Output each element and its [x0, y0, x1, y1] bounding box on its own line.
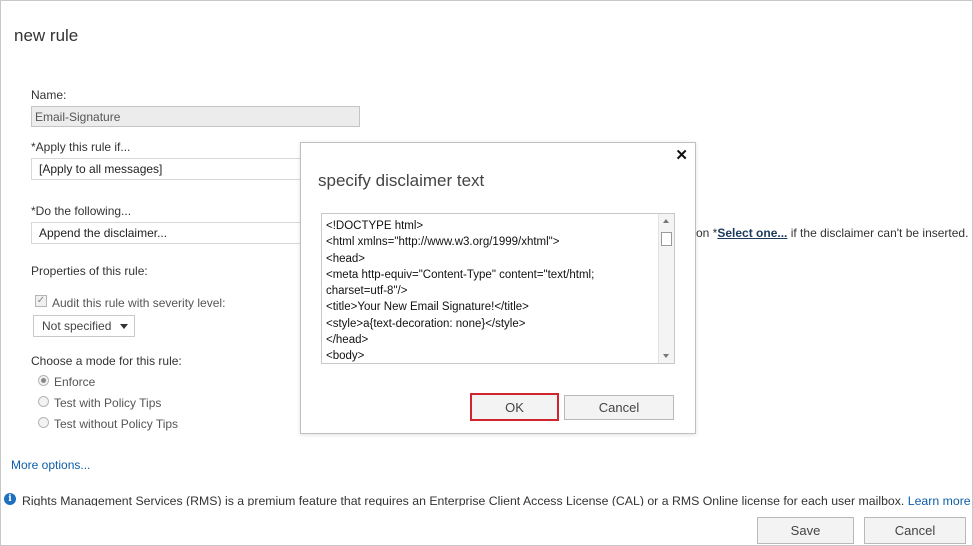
select-one-link[interactable]: Select one...: [717, 226, 787, 240]
page-title: new rule: [14, 26, 79, 45]
severity-value: Not specified: [42, 319, 112, 333]
disclaimer-textarea[interactable]: <!DOCTYPE html> <html xmlns="http://www.…: [321, 213, 675, 364]
code-line: <head>: [326, 252, 366, 265]
name-label: Name:: [31, 88, 67, 102]
dialog-cancel-button[interactable]: Cancel: [564, 395, 674, 420]
audit-checkbox[interactable]: ✓: [35, 295, 47, 307]
mode-test-tips-radio[interactable]: [38, 396, 49, 407]
save-button[interactable]: Save: [757, 517, 854, 544]
mode-test-no-tips-label: Test without Policy Tips: [54, 417, 179, 431]
rms-notice-text: Rights Management Services (RMS) is a pr…: [22, 494, 971, 506]
properties-label: Properties of this rule:: [31, 264, 148, 278]
mode-test-tips-label: Test with Policy Tips: [54, 396, 162, 410]
code-line: <title>Your New Email Signature!</title>: [326, 301, 529, 314]
do-following-label: *Do the following...: [31, 204, 132, 218]
chevron-down-icon: [120, 324, 128, 329]
code-line: charset=utf-8"/>: [326, 285, 408, 298]
code-line: <html xmlns="http://www.w3.org/1999/xhtm…: [326, 236, 560, 249]
audit-label: Audit this rule with severity level:: [52, 296, 226, 310]
learn-more-link[interactable]: Learn more: [908, 494, 971, 506]
textarea-scrollbar[interactable]: [658, 214, 674, 363]
mode-enforce-radio[interactable]: [38, 375, 49, 386]
code-line: <body>: [326, 350, 365, 363]
fallback-action-text: on *Select one... if the disclaimer can'…: [696, 226, 969, 240]
code-line: <style>a{text-decoration: none}</style>: [326, 317, 526, 330]
code-line: <!DOCTYPE html>: [326, 220, 424, 232]
do-following-select[interactable]: Append the disclaimer...: [31, 222, 301, 244]
info-icon: i: [4, 493, 16, 505]
code-line: <meta http-equiv="Content-Type" content=…: [326, 268, 595, 281]
ok-button[interactable]: OK: [470, 393, 559, 421]
scroll-thumb[interactable]: [661, 232, 672, 246]
name-input[interactable]: Email-Signature: [31, 106, 360, 127]
mode-test-no-tips-radio[interactable]: [38, 417, 49, 428]
disclaimer-dialog: ✕ specify disclaimer text <!DOCTYPE html…: [300, 142, 696, 434]
disclaimer-code: <!DOCTYPE html> <html xmlns="http://www.…: [326, 218, 658, 363]
more-options-link[interactable]: More options...: [11, 458, 90, 472]
dialog-title: specify disclaimer text: [318, 171, 485, 190]
severity-dropdown[interactable]: Not specified: [33, 315, 135, 337]
apply-rule-label: *Apply this rule if...: [31, 140, 131, 154]
mode-label: Choose a mode for this rule:: [31, 354, 182, 368]
mode-enforce-label: Enforce: [54, 375, 96, 389]
scroll-up-icon[interactable]: [663, 219, 669, 223]
cancel-button[interactable]: Cancel: [864, 517, 966, 544]
close-icon[interactable]: ✕: [675, 146, 688, 164]
scroll-down-icon[interactable]: [663, 354, 669, 358]
apply-rule-select[interactable]: [Apply to all messages]: [31, 158, 301, 180]
code-line: </head>: [326, 334, 369, 347]
